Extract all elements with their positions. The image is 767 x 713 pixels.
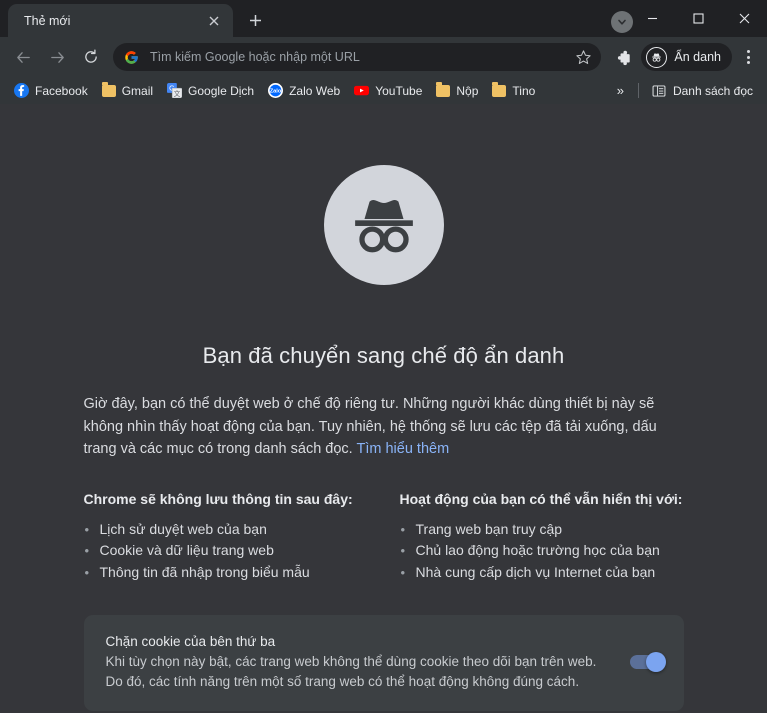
block-third-party-cookies-toggle[interactable] <box>629 652 666 672</box>
close-tab-icon[interactable] <box>205 12 223 30</box>
menu-dot <box>746 61 750 64</box>
folder-icon <box>492 82 507 97</box>
maximize-icon[interactable] <box>675 0 721 37</box>
incognito-spy-icon <box>646 46 668 68</box>
bookmark-label: YouTube <box>375 83 423 98</box>
list-item: Nhà cung cấp dịch vụ Internet của bạn <box>400 562 684 584</box>
omnibox-placeholder: Tìm kiếm Google hoặc nhập một URL <box>150 50 360 64</box>
google-logo-icon <box>125 50 138 64</box>
svg-text:文: 文 <box>174 89 181 98</box>
bookmark-nop[interactable]: Nộp <box>429 81 485 101</box>
list-item: Trang web bạn truy cập <box>400 519 684 541</box>
incognito-label: Ẩn danh <box>674 50 721 64</box>
bookmark-label: Facebook <box>35 83 88 98</box>
cookie-card-desc-line2: Do đó, các tính năng trên một số trang w… <box>105 674 580 689</box>
folder-icon <box>101 82 116 97</box>
column-not-saved: Chrome sẽ không lưu thông tin sau đây: L… <box>84 490 368 584</box>
bookmark-label: Nộp <box>456 83 479 98</box>
column-list: Trang web bạn truy cập Chủ lao động hoặc… <box>400 519 684 584</box>
list-item: Chủ lao động hoặc trường học của bạn <box>400 540 684 562</box>
list-item: Thông tin đã nhập trong biểu mẫu <box>84 562 368 584</box>
facebook-icon <box>14 83 29 98</box>
page-title: Bạn đã chuyển sang chế độ ẩn danh <box>202 343 565 368</box>
incognito-hero-icon <box>323 165 444 285</box>
bookmark-label: Tino <box>512 83 536 98</box>
minimize-icon[interactable] <box>629 0 675 37</box>
reading-list-icon <box>652 84 666 97</box>
zalo-icon: Zalo <box>268 83 284 98</box>
youtube-icon <box>354 85 370 96</box>
tab-title: Thẻ mới <box>24 13 71 28</box>
google-translate-icon: G 文 <box>167 83 183 98</box>
cookie-card-text: Chặn cookie của bên thứ ba Khi tùy chọn … <box>106 632 614 692</box>
window-controls <box>629 0 767 37</box>
incognito-page: Bạn đã chuyển sang chế độ ẩn danh Giờ đâ… <box>0 104 767 713</box>
bookmark-tino[interactable]: Tino <box>485 81 542 101</box>
bookmarks-bar: Facebook Gmail G 文 Google Dịch Zalo Zalo… <box>0 77 767 104</box>
column-still-visible: Hoạt động của bạn có thể vẫn hiển thị vớ… <box>400 490 684 584</box>
title-bar: Thẻ mới <box>0 0 767 37</box>
bookmarks-divider <box>637 83 639 98</box>
toggle-knob <box>645 652 666 672</box>
column-heading: Hoạt động của bạn có thể vẫn hiển thị vớ… <box>399 490 683 507</box>
reading-list-button[interactable]: Danh sách đọc <box>645 81 760 101</box>
incognito-indicator[interactable]: Ẩn danh <box>641 43 732 71</box>
back-icon[interactable] <box>8 42 38 72</box>
cookie-card-desc-line1: Khi tùy chọn này bật, các trang web khôn… <box>105 654 597 669</box>
menu-dot <box>746 50 750 53</box>
learn-more-link[interactable]: Tìm hiểu thêm <box>357 441 450 457</box>
address-bar[interactable]: Tìm kiếm Google hoặc nhập một URL <box>113 43 602 71</box>
bookmark-youtube[interactable]: YouTube <box>347 80 429 101</box>
bookmark-facebook[interactable]: Facebook <box>7 80 95 101</box>
bookmark-google-dich[interactable]: G 文 Google Dịch <box>160 80 261 101</box>
bookmark-label: Zalo Web <box>289 83 341 98</box>
third-party-cookie-card: Chặn cookie của bên thứ ba Khi tùy chọn … <box>83 615 684 711</box>
list-item: Cookie và dữ liệu trang web <box>84 540 368 562</box>
chrome-menu-icon[interactable] <box>735 43 761 71</box>
forward-icon[interactable] <box>42 42 72 72</box>
bookmark-star-icon[interactable] <box>575 49 592 66</box>
folder-icon <box>436 82 451 97</box>
info-columns: Chrome sẽ không lưu thông tin sau đây: L… <box>84 490 684 584</box>
page-intro: Giờ đây, bạn có thể duyệt web ở chế độ r… <box>84 393 684 461</box>
cookie-card-title: Chặn cookie của bên thứ ba <box>105 634 276 649</box>
column-list: Lịch sử duyệt web của bạn Cookie và dữ l… <box>84 519 368 584</box>
bookmark-label: Google Dịch <box>188 83 255 98</box>
svg-text:Zalo: Zalo <box>270 89 282 95</box>
bookmark-label: Gmail <box>121 83 154 98</box>
menu-dot <box>746 55 750 59</box>
bookmarks-overflow-icon[interactable]: » <box>609 83 632 98</box>
reading-list-label: Danh sách đọc <box>672 83 753 98</box>
browser-tab-active[interactable]: Thẻ mới <box>8 4 233 37</box>
list-item: Lịch sử duyệt web của bạn <box>84 519 368 541</box>
reload-icon[interactable] <box>76 42 106 72</box>
column-heading: Chrome sẽ không lưu thông tin sau đây: <box>83 490 353 507</box>
new-tab-button[interactable] <box>241 6 269 34</box>
extensions-puzzle-icon[interactable] <box>609 43 637 71</box>
bookmark-zalo-web[interactable]: Zalo Zalo Web <box>261 80 347 101</box>
bookmark-gmail[interactable]: Gmail <box>95 81 160 101</box>
browser-toolbar: Tìm kiếm Google hoặc nhập một URL Ẩn dan… <box>0 37 767 77</box>
close-window-icon[interactable] <box>721 0 767 37</box>
